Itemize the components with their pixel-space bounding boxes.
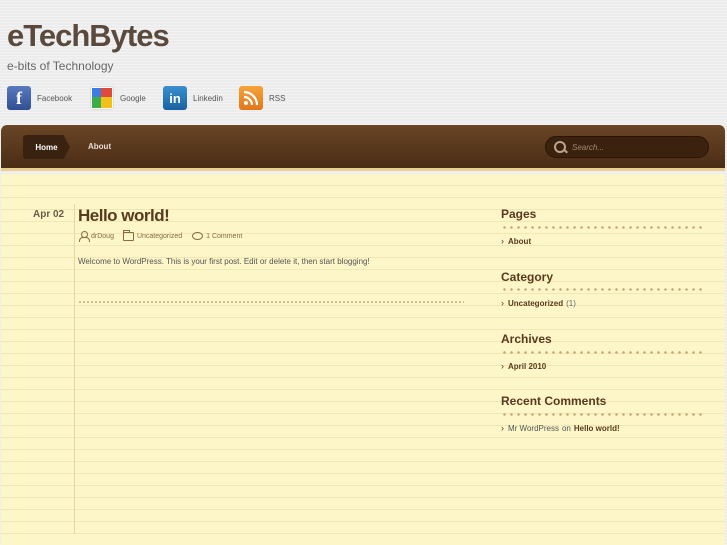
site-description: e-bits of Technology bbox=[7, 59, 114, 73]
linkedin-label[interactable]: Linkedin bbox=[193, 94, 223, 103]
google-label[interactable]: Google bbox=[120, 94, 146, 103]
facebook-label[interactable]: Facebook bbox=[37, 94, 72, 103]
search-icon bbox=[554, 140, 567, 154]
facebook-link[interactable]: f Facebook bbox=[7, 86, 72, 110]
google-link[interactable]: Google bbox=[90, 86, 146, 110]
widget-title-pages: Pages bbox=[501, 207, 537, 221]
comment-post-link[interactable]: Hello world! bbox=[574, 424, 620, 433]
widget-title-archives: Archives bbox=[501, 332, 552, 346]
rss-icon[interactable] bbox=[239, 86, 263, 110]
post-meta: drDoug Uncategorized 1 Comment bbox=[79, 229, 242, 242]
chevron-right-icon: › bbox=[501, 236, 504, 246]
widget-title-category: Category bbox=[501, 270, 554, 284]
post-body: Welcome to WordPress. This is your first… bbox=[78, 257, 370, 266]
pages-link-about[interactable]: › About bbox=[501, 236, 531, 246]
comment-on: on bbox=[561, 423, 571, 433]
linkedin-icon[interactable]: in bbox=[163, 86, 187, 110]
user-icon bbox=[79, 231, 90, 242]
comment-icon bbox=[192, 232, 204, 240]
main-nav: Home About bbox=[1, 125, 725, 171]
nav-item-home[interactable]: Home bbox=[23, 135, 70, 159]
site-title[interactable]: eTechBytes bbox=[7, 18, 170, 54]
rss-label[interactable]: RSS bbox=[269, 94, 285, 103]
post-date: Apr 02 bbox=[33, 209, 65, 220]
date-divider bbox=[74, 204, 75, 534]
google-icon[interactable] bbox=[90, 86, 114, 110]
post-separator bbox=[78, 301, 464, 303]
facebook-icon[interactable]: f bbox=[7, 86, 31, 110]
chevron-right-icon: › bbox=[501, 423, 504, 433]
category-count: (1) bbox=[566, 298, 576, 308]
comment-author[interactable]: Mr WordPress bbox=[508, 424, 559, 433]
widget-separator bbox=[501, 413, 702, 416]
category-link-uncategorized[interactable]: › Uncategorized (1) bbox=[501, 298, 576, 308]
chevron-right-icon: › bbox=[501, 361, 504, 371]
search-box[interactable] bbox=[545, 136, 709, 158]
linkedin-link[interactable]: in Linkedin bbox=[163, 86, 223, 110]
recent-comment-item: › Mr WordPress on Hello world! bbox=[501, 423, 620, 433]
nav-item-about[interactable]: About bbox=[88, 142, 111, 151]
post-author[interactable]: drDoug bbox=[91, 233, 114, 240]
chevron-right-icon: › bbox=[501, 298, 504, 308]
folder-icon bbox=[122, 229, 134, 241]
archive-link-april-2010[interactable]: › April 2010 bbox=[501, 361, 546, 371]
widget-separator bbox=[501, 351, 702, 354]
post-title[interactable]: Hello world! bbox=[78, 206, 170, 226]
content-area bbox=[1, 174, 725, 545]
rss-link[interactable]: RSS bbox=[239, 86, 285, 110]
post-comments[interactable]: 1 Comment bbox=[206, 233, 242, 240]
widget-separator bbox=[501, 288, 702, 291]
post-category[interactable]: Uncategorized bbox=[137, 233, 182, 240]
widget-title-recent-comments: Recent Comments bbox=[501, 394, 607, 408]
widget-separator bbox=[501, 226, 702, 229]
search-input[interactable] bbox=[572, 142, 692, 152]
